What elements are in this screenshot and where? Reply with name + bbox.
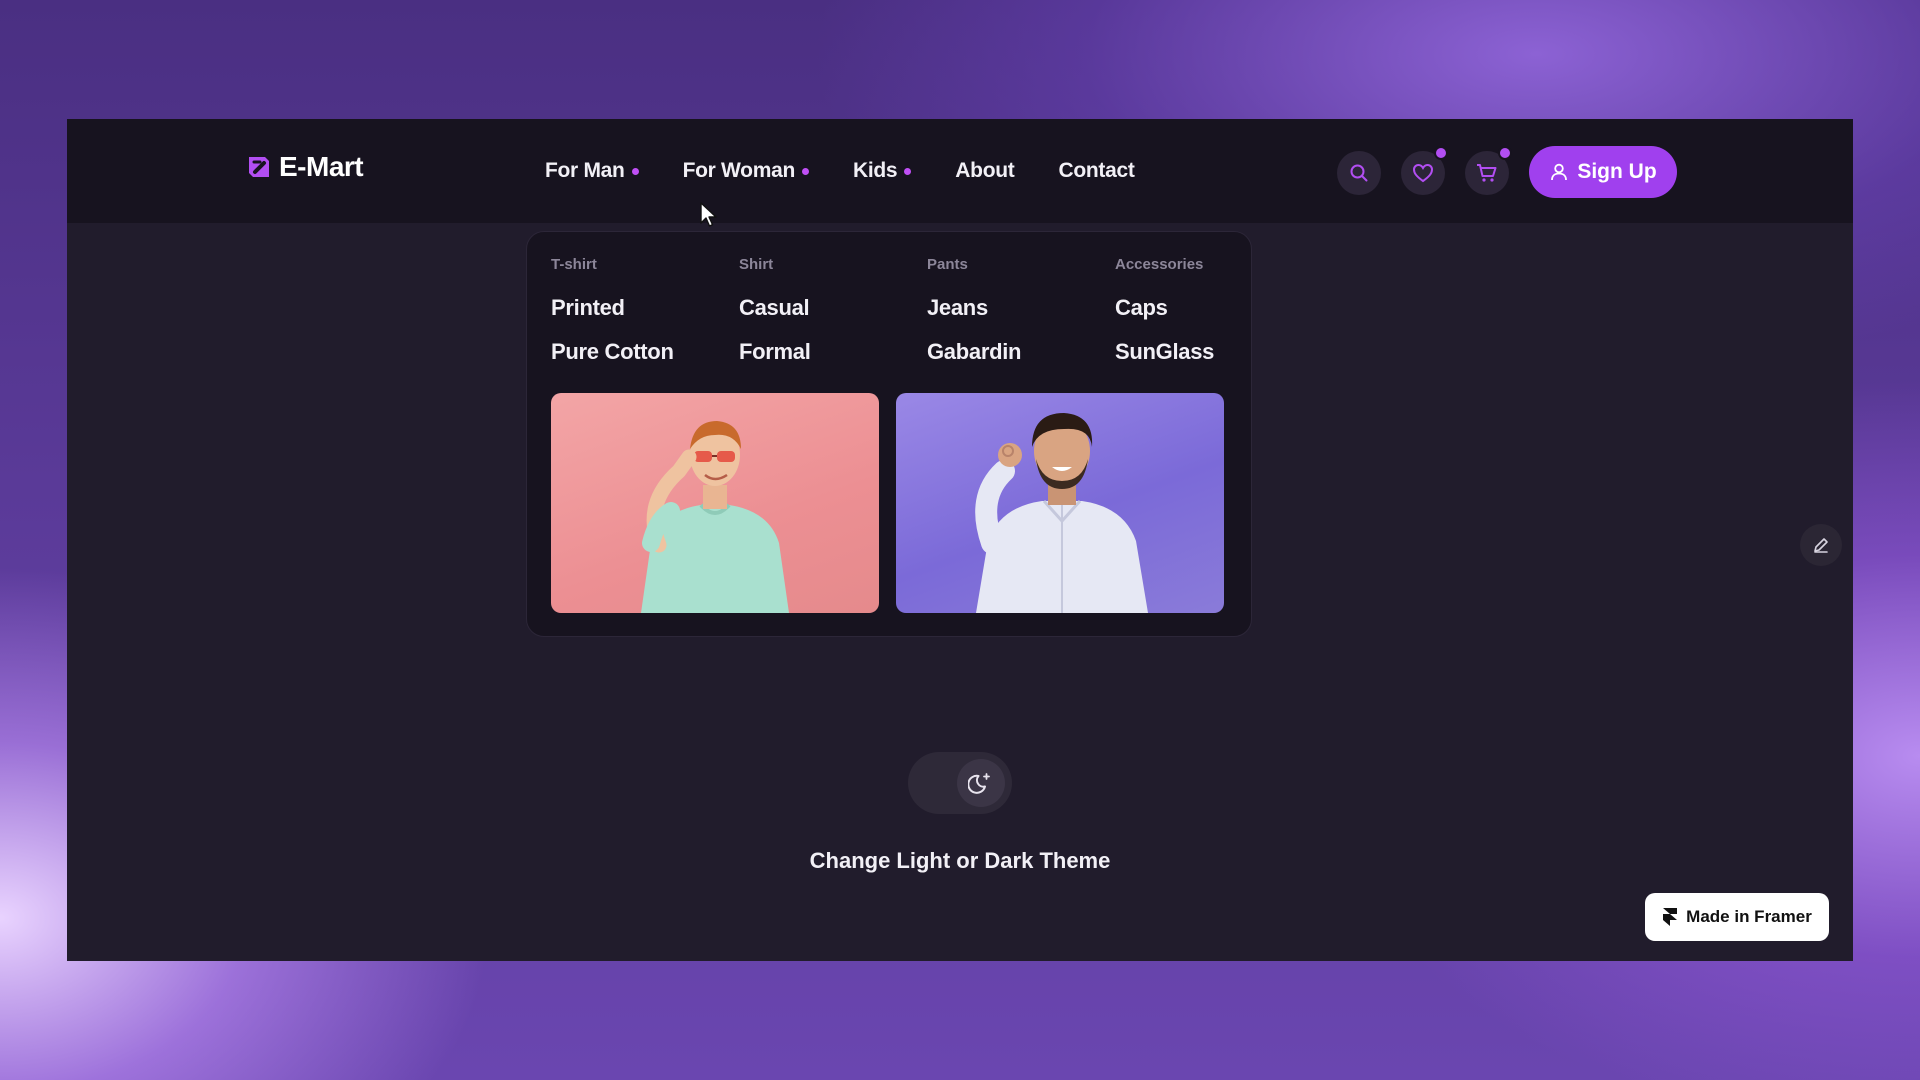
menu-column-heading: Pants	[927, 256, 968, 273]
moon-icon	[968, 773, 990, 794]
main-nav: For Man For Woman Kids About Contact	[545, 159, 1179, 183]
made-in-framer-label: Made in Framer	[1686, 907, 1812, 926]
brand-name: E-Mart	[279, 151, 364, 182]
theme-toggle-knob	[957, 759, 1005, 807]
menu-link-jeans[interactable]: Jeans	[927, 295, 1021, 321]
search-button[interactable]	[1337, 151, 1381, 195]
edit-button[interactable]	[1800, 524, 1842, 566]
logo-icon	[249, 157, 269, 177]
dropdown-dot-icon	[904, 167, 912, 175]
mouse-cursor-icon	[700, 202, 717, 227]
wishlist-button[interactable]	[1401, 146, 1448, 195]
pencil-icon	[1814, 538, 1828, 553]
wishlist-badge	[1434, 146, 1448, 160]
menu-link-printed[interactable]: Printed	[551, 295, 674, 321]
nav-item-for-woman[interactable]: For Woman	[683, 159, 809, 183]
logo[interactable]: E-Mart	[245, 151, 364, 183]
sign-up-button[interactable]: Sign Up	[1529, 146, 1677, 198]
promo-image-tshirt[interactable]	[551, 393, 879, 613]
mega-menu-dropdown: T-shirt Printed Pure Cotton Shirt Casual…	[526, 231, 1252, 637]
menu-link-sunglass[interactable]: SunGlass	[1115, 339, 1214, 365]
nav-item-for-man[interactable]: For Man	[545, 159, 639, 183]
sign-up-label: Sign Up	[1577, 160, 1657, 183]
cart-button[interactable]	[1465, 146, 1512, 195]
menu-column-heading: Shirt	[739, 256, 774, 273]
theme-toggle-label: Change Light or Dark Theme	[809, 848, 1111, 873]
menu-column-shirt: Shirt Casual Formal	[739, 256, 811, 383]
menu-link-formal[interactable]: Formal	[739, 339, 811, 365]
menu-column-heading: T-shirt	[551, 256, 597, 273]
nav-item-contact[interactable]: Contact	[1058, 159, 1134, 183]
navbar: E-Mart For Man For Woman Kids About Cont…	[67, 119, 1853, 223]
cart-badge	[1498, 146, 1512, 160]
theme-toggle[interactable]	[908, 752, 1012, 814]
menu-link-casual[interactable]: Casual	[739, 295, 811, 321]
nav-item-kids[interactable]: Kids	[852, 159, 912, 183]
menu-link-pure-cotton[interactable]: Pure Cotton	[551, 339, 674, 365]
menu-column-heading: Accessories	[1115, 256, 1204, 273]
man-in-shirt-photo	[975, 413, 1148, 613]
nav-item-about[interactable]: About	[955, 159, 1014, 183]
heart-icon	[1412, 163, 1434, 183]
nav-label: For Woman	[682, 159, 796, 182]
menu-link-caps[interactable]: Caps	[1115, 295, 1214, 321]
nav-label: Contact	[1058, 159, 1135, 182]
made-in-framer-badge[interactable]: Made in Framer	[1645, 893, 1829, 941]
dropdown-dot-icon	[631, 167, 639, 175]
nav-label: For Man	[545, 159, 625, 182]
menu-column-tshirt: T-shirt Printed Pure Cotton	[551, 256, 674, 383]
framer-icon	[1663, 908, 1678, 926]
menu-column-pants: Pants Jeans Gabardin	[927, 256, 1021, 383]
nav-label: About	[955, 159, 1015, 182]
man-in-tshirt-photo	[641, 421, 789, 613]
promo-image-shirt[interactable]	[896, 393, 1224, 613]
nav-label: Kids	[852, 159, 898, 182]
search-icon	[1350, 164, 1368, 182]
cart-icon	[1477, 164, 1497, 182]
menu-column-accessories: Accessories Caps SunGlass	[1115, 256, 1214, 383]
app-screen: E-Mart For Man For Woman Kids About Cont…	[67, 119, 1853, 961]
menu-link-gabardin[interactable]: Gabardin	[927, 339, 1021, 365]
user-icon	[1551, 163, 1568, 181]
dropdown-dot-icon	[801, 167, 809, 175]
